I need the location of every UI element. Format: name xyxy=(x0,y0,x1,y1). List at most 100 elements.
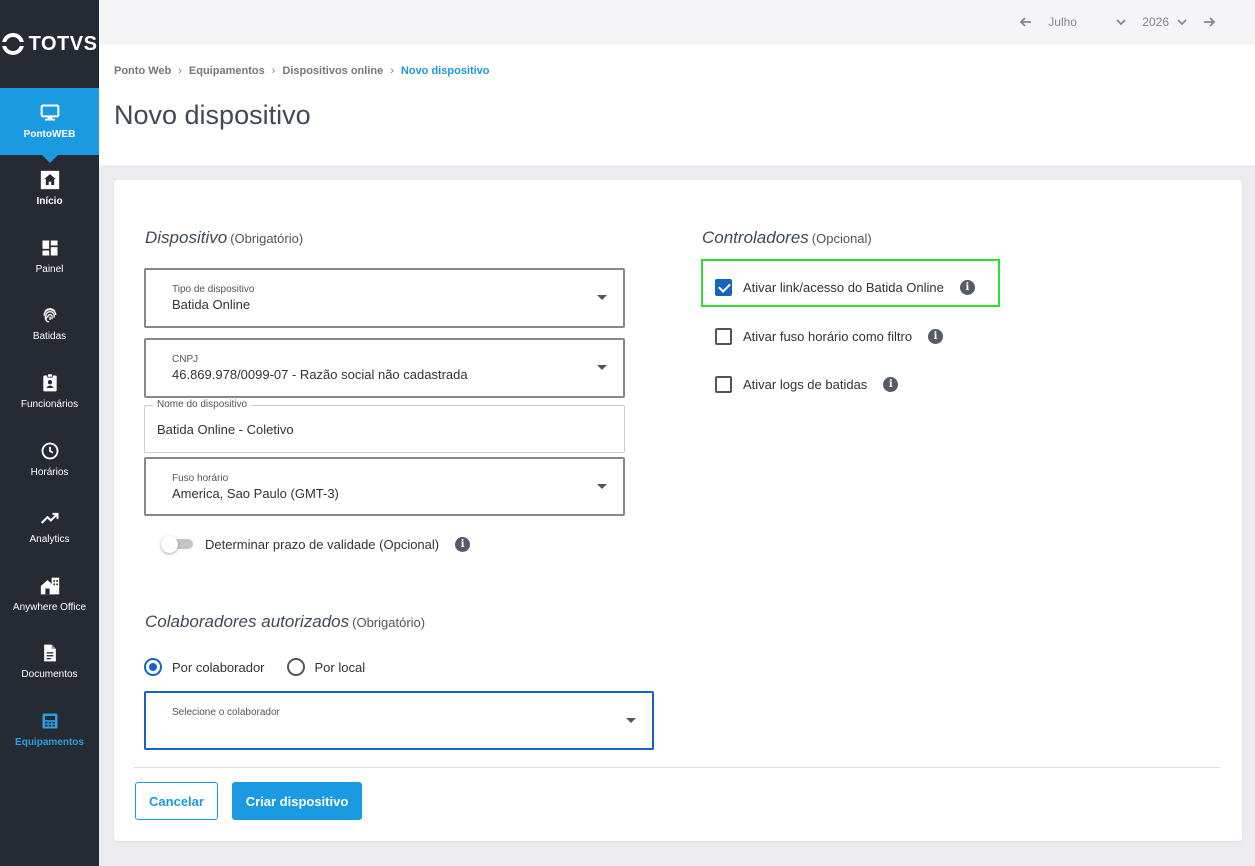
breadcrumb-separator-icon: › xyxy=(390,65,394,77)
checkbox-label: Ativar logs de batidas xyxy=(743,377,868,392)
checkbox-label: Ativar link/acesso do Batida Online xyxy=(743,280,944,295)
info-icon[interactable]: i xyxy=(928,329,944,344)
section-title-text: Colaboradores autorizados xyxy=(145,612,350,631)
sidebar-item-label: Horários xyxy=(30,466,69,478)
radio-por-local[interactable] xyxy=(286,658,305,676)
chevron-down-icon[interactable] xyxy=(1175,15,1189,29)
checkbox-label: Ativar fuso horário como filtro xyxy=(743,329,913,344)
sidebar-item-painel[interactable]: Painel xyxy=(0,223,99,291)
info-icon[interactable]: i xyxy=(455,536,471,552)
sidebar-item-label: Início xyxy=(36,196,63,208)
field-label: Selecione o colaborador xyxy=(172,707,280,718)
cnpj-select[interactable]: CNPJ 46.869.978/0099-07 - Razão social n… xyxy=(144,338,625,398)
month-select[interactable]: Julho xyxy=(1048,15,1108,29)
cancel-button[interactable]: Cancelar xyxy=(135,782,218,820)
breadcrumb-separator-icon: › xyxy=(178,65,182,77)
badge-icon xyxy=(42,373,57,392)
fingerprint-icon xyxy=(43,308,56,323)
sidebar-item-label: Analytics xyxy=(29,534,70,546)
breadcrumb-item[interactable]: Dispositivos online xyxy=(282,65,383,77)
validity-label: Determinar prazo de validade (Opcional) xyxy=(205,536,440,552)
logo-text: TOTVS xyxy=(28,32,98,55)
info-icon[interactable]: i xyxy=(959,280,975,295)
sidebar-app-label: PontoWEB xyxy=(23,129,76,140)
trending-up-icon xyxy=(40,513,58,524)
device-type-select[interactable]: Tipo de dispositivo Batida Online xyxy=(144,268,625,328)
sidebar-item-funcionarios[interactable]: Funcionários xyxy=(0,358,99,426)
year-select[interactable]: 2026 xyxy=(1142,15,1169,29)
toggle-knob xyxy=(161,536,178,553)
sidebar-item-label: Equipamentos xyxy=(15,737,84,749)
sidebar-item-equipamentos[interactable]: Equipamentos xyxy=(0,696,99,764)
collaborator-mode-radios: Por colaborador Por local xyxy=(144,658,387,676)
monitor-icon xyxy=(40,104,59,121)
sidebar-app-pontoweb[interactable]: PontoWEB xyxy=(0,88,99,163)
period-selector: Julho 2026 xyxy=(1018,14,1217,30)
breadcrumb-separator-icon: › xyxy=(271,65,276,77)
section-title-text: Controladores xyxy=(702,228,809,247)
field-label: Nome do dispositivo xyxy=(153,399,252,410)
create-device-button[interactable]: Criar dispositivo xyxy=(232,782,362,820)
sidebar-item-batidas[interactable]: Batidas xyxy=(0,290,99,358)
chevron-down-icon[interactable] xyxy=(1114,15,1128,29)
home-office-icon xyxy=(40,577,59,595)
sidebar-item-anywhere-office[interactable]: Anywhere Office xyxy=(0,561,99,629)
section-note: (Opcional) xyxy=(811,231,872,246)
breadcrumb: Ponto Web › Equipamentos › Dispositivos … xyxy=(114,65,490,77)
dashboard-icon xyxy=(42,240,57,256)
checkbox-row-timezone-filter: Ativar fuso horário como filtro i xyxy=(715,328,944,345)
section-title-dispositivo: Dispositivo (Obrigatório) xyxy=(145,228,303,248)
field-label: CNPJ xyxy=(172,354,199,365)
field-value: Batida Online - Coletivo xyxy=(157,422,294,437)
arrow-left-icon[interactable] xyxy=(1018,14,1034,30)
breadcrumb-current: Novo dispositivo xyxy=(400,65,490,77)
caret-down-icon xyxy=(597,295,607,300)
sidebar-item-label: Documentos xyxy=(21,669,78,681)
sidebar-item-horarios[interactable]: Horários xyxy=(0,425,99,493)
sidebar-item-analytics[interactable]: Analytics xyxy=(0,493,99,561)
arrow-right-icon[interactable] xyxy=(1201,14,1217,30)
sidebar-item-label: Batidas xyxy=(32,331,67,343)
collaborator-select[interactable]: Selecione o colaborador xyxy=(144,691,654,750)
totvs-logo-icon xyxy=(0,33,26,55)
radio-label: Por colaborador xyxy=(172,659,265,675)
radio-por-colaborador[interactable] xyxy=(144,658,162,676)
logo: TOTVS xyxy=(0,0,99,88)
breadcrumb-item[interactable]: Equipamentos xyxy=(189,65,265,77)
sidebar-item-label: Anywhere Office xyxy=(12,601,87,613)
sidebar: TOTVS PontoWEB Início Painel Batidas Fun… xyxy=(0,0,99,866)
section-note: (Obrigatório) xyxy=(352,615,426,630)
validity-toggle[interactable] xyxy=(161,536,195,553)
breadcrumb-item[interactable]: Ponto Web xyxy=(114,65,171,77)
radio-label: Por local xyxy=(314,659,366,675)
logs-checkbox[interactable] xyxy=(715,376,732,393)
device-name-input[interactable]: Nome do dispositivo Batida Online - Cole… xyxy=(144,399,625,453)
topbar: Julho 2026 xyxy=(99,0,1255,45)
field-value: 46.869.978/0099-07 - Razão social não ca… xyxy=(172,367,468,382)
divider xyxy=(134,767,1220,768)
device-icon xyxy=(42,713,57,729)
checkbox-row-link-access: Ativar link/acesso do Batida Online i xyxy=(715,279,975,296)
page-header: Ponto Web › Equipamentos › Dispositivos … xyxy=(99,45,1255,165)
timezone-select[interactable]: Fuso horário America, Sao Paulo (GMT-3) xyxy=(144,457,625,516)
page-title: Novo dispositivo xyxy=(114,100,311,130)
section-note: (Obrigatório) xyxy=(230,231,304,246)
link-access-checkbox[interactable] xyxy=(715,279,732,296)
field-value: America, Sao Paulo (GMT-3) xyxy=(172,486,339,501)
clock-icon xyxy=(41,442,58,460)
caret-down-icon xyxy=(626,717,636,723)
validity-toggle-row: Determinar prazo de validade (Opcional) … xyxy=(161,536,471,553)
caret-down-icon xyxy=(597,365,607,370)
document-icon xyxy=(43,645,56,662)
info-icon[interactable]: i xyxy=(883,377,899,392)
field-label: Tipo de dispositivo xyxy=(172,284,255,295)
checkbox-row-logs: Ativar logs de batidas i xyxy=(715,376,899,393)
sidebar-item-inicio[interactable]: Início xyxy=(0,155,99,223)
sidebar-item-documentos[interactable]: Documentos xyxy=(0,628,99,696)
home-icon xyxy=(40,171,59,190)
sidebar-item-label: Funcionários xyxy=(20,399,79,411)
timezone-filter-checkbox[interactable] xyxy=(715,328,732,345)
field-value: Batida Online xyxy=(172,297,251,312)
section-title-colaboradores: Colaboradores autorizados (Obrigatório) xyxy=(145,612,425,632)
sidebar-item-label: Painel xyxy=(35,263,64,275)
